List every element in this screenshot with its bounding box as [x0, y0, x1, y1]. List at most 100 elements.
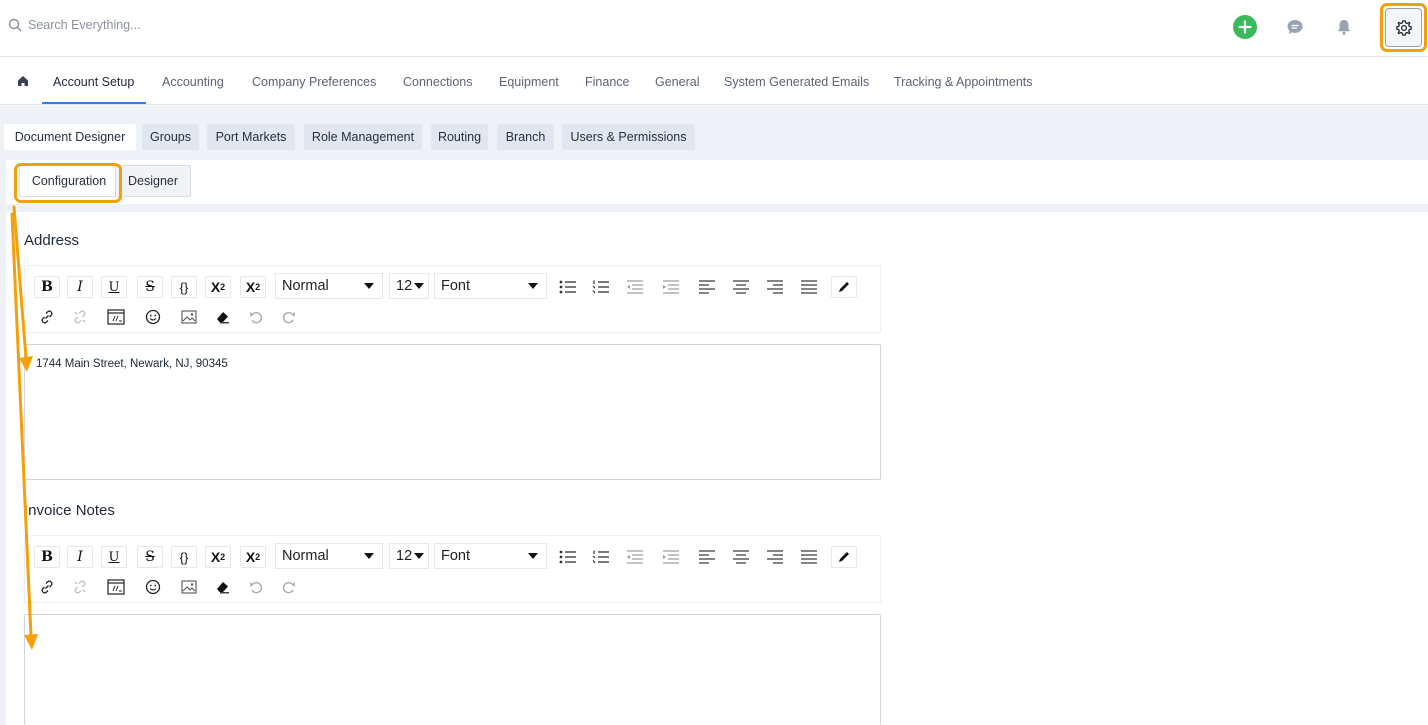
font-select-value: Font [441, 278, 471, 294]
subscript-mark: 2 [255, 552, 261, 562]
unlink-button[interactable] [67, 576, 93, 598]
address-editor-content[interactable]: 1744 Main Street, Newark, NJ, 90345 [36, 358, 228, 370]
code-button[interactable]: {} [171, 276, 197, 298]
nav-tab-company-preferences[interactable]: Company Preferences [252, 75, 376, 89]
chat-icon[interactable] [1282, 14, 1308, 40]
undo-button[interactable] [243, 576, 269, 598]
superscript-button[interactable]: X2 [205, 276, 231, 298]
search-box[interactable]: Search Everything... [8, 18, 141, 32]
bullet-list-button[interactable] [555, 276, 581, 298]
indent-button[interactable] [658, 276, 684, 298]
strikethrough-button[interactable]: S [137, 546, 163, 568]
add-icon[interactable] [1232, 14, 1258, 40]
link-button[interactable] [34, 576, 60, 598]
nav-tab-system-generated-emails[interactable]: System Generated Emails [724, 75, 869, 89]
nav-tab-tracking-appointments[interactable]: Tracking & Appointments [894, 75, 1033, 89]
text-color-button[interactable] [831, 276, 857, 298]
image-button[interactable] [176, 306, 202, 328]
nav-tab-general[interactable]: General [655, 75, 699, 89]
subtab-role-management[interactable]: Role Management [304, 124, 422, 150]
align-left-button[interactable] [694, 276, 720, 298]
underline-button[interactable]: U [101, 546, 127, 568]
nav-tab-finance[interactable]: Finance [585, 75, 629, 89]
redo-icon [282, 581, 295, 594]
code-button[interactable]: {} [171, 546, 197, 568]
indent-button[interactable] [658, 546, 684, 568]
address-toolbar: B I U S {} X2 X2 Normal 12 Font [24, 265, 881, 333]
code-block-button[interactable] [103, 306, 129, 328]
numbered-list-button[interactable] [588, 546, 614, 568]
emoji-button[interactable] [140, 306, 166, 328]
subtab-groups[interactable]: Groups [142, 124, 199, 150]
font-select[interactable]: Font [434, 543, 547, 569]
image-button[interactable] [176, 576, 202, 598]
subscript-button[interactable]: X2 [240, 276, 266, 298]
clear-formatting-button[interactable] [210, 306, 236, 328]
outdent-icon [627, 280, 643, 294]
format-select[interactable]: Normal [275, 273, 383, 299]
align-center-button[interactable] [728, 546, 754, 568]
align-justify-button[interactable] [796, 276, 822, 298]
superscript-mark: 2 [220, 282, 226, 292]
bell-icon[interactable] [1331, 14, 1357, 40]
bullet-list-button[interactable] [555, 546, 581, 568]
address-editor[interactable]: 1744 Main Street, Newark, NJ, 90345 [24, 344, 881, 480]
bullet-list-icon [559, 280, 576, 294]
superscript-button[interactable]: X2 [205, 546, 231, 568]
undo-icon [250, 311, 263, 324]
nav-tab-connections[interactable]: Connections [403, 75, 473, 89]
size-select[interactable]: 12 [389, 543, 429, 569]
numbered-list-button[interactable] [588, 276, 614, 298]
align-justify-button[interactable] [796, 546, 822, 568]
search-input[interactable]: Search Everything... [28, 18, 141, 32]
pen-icon [839, 282, 849, 292]
redo-button[interactable] [276, 576, 302, 598]
code-block-button[interactable] [103, 576, 129, 598]
link-button[interactable] [34, 306, 60, 328]
undo-icon [250, 581, 263, 594]
italic-button[interactable]: I [67, 546, 93, 568]
align-right-button[interactable] [762, 546, 788, 568]
home-icon[interactable] [17, 74, 29, 92]
nav-tab-account-setup[interactable]: Account Setup [53, 75, 134, 89]
nav-tab-equipment[interactable]: Equipment [499, 75, 559, 89]
size-select-value: 12 [396, 278, 413, 294]
text-color-button[interactable] [831, 546, 857, 568]
undo-button[interactable] [243, 306, 269, 328]
numbered-list-icon [592, 280, 609, 294]
subtab-document-designer[interactable]: Document Designer [4, 124, 136, 150]
gear-icon [1395, 19, 1412, 36]
subtab-routing[interactable]: Routing [431, 124, 488, 150]
tab-designer[interactable]: Designer [115, 165, 191, 197]
invoice-notes-editor[interactable] [24, 614, 881, 725]
emoji-icon [145, 309, 161, 325]
nav-tab-accounting[interactable]: Accounting [162, 75, 224, 89]
unlink-button[interactable] [67, 306, 93, 328]
outdent-button[interactable] [622, 276, 648, 298]
clear-formatting-button[interactable] [210, 576, 236, 598]
size-select[interactable]: 12 [389, 273, 429, 299]
bold-button[interactable]: B [34, 546, 60, 568]
subtab-port-markets[interactable]: Port Markets [207, 124, 295, 150]
redo-button[interactable] [276, 306, 302, 328]
bold-button[interactable]: B [34, 276, 60, 298]
subscript-button[interactable]: X2 [240, 546, 266, 568]
chevron-down-icon [528, 553, 538, 559]
outdent-button[interactable] [622, 546, 648, 568]
strikethrough-button[interactable]: S [137, 276, 163, 298]
emoji-button[interactable] [140, 576, 166, 598]
chevron-down-icon [528, 283, 538, 289]
align-right-button[interactable] [762, 276, 788, 298]
italic-button[interactable]: I [67, 276, 93, 298]
format-select[interactable]: Normal [275, 543, 383, 569]
settings-button[interactable] [1385, 8, 1422, 47]
subscript-mark: 2 [255, 282, 261, 292]
indent-icon [663, 550, 679, 564]
subtab-branch[interactable]: Branch [497, 124, 554, 150]
align-left-button[interactable] [694, 546, 720, 568]
align-center-button[interactable] [728, 276, 754, 298]
left-rail [0, 160, 6, 725]
subtab-users-permissions[interactable]: Users & Permissions [562, 124, 695, 150]
font-select[interactable]: Font [434, 273, 547, 299]
underline-button[interactable]: U [101, 276, 127, 298]
